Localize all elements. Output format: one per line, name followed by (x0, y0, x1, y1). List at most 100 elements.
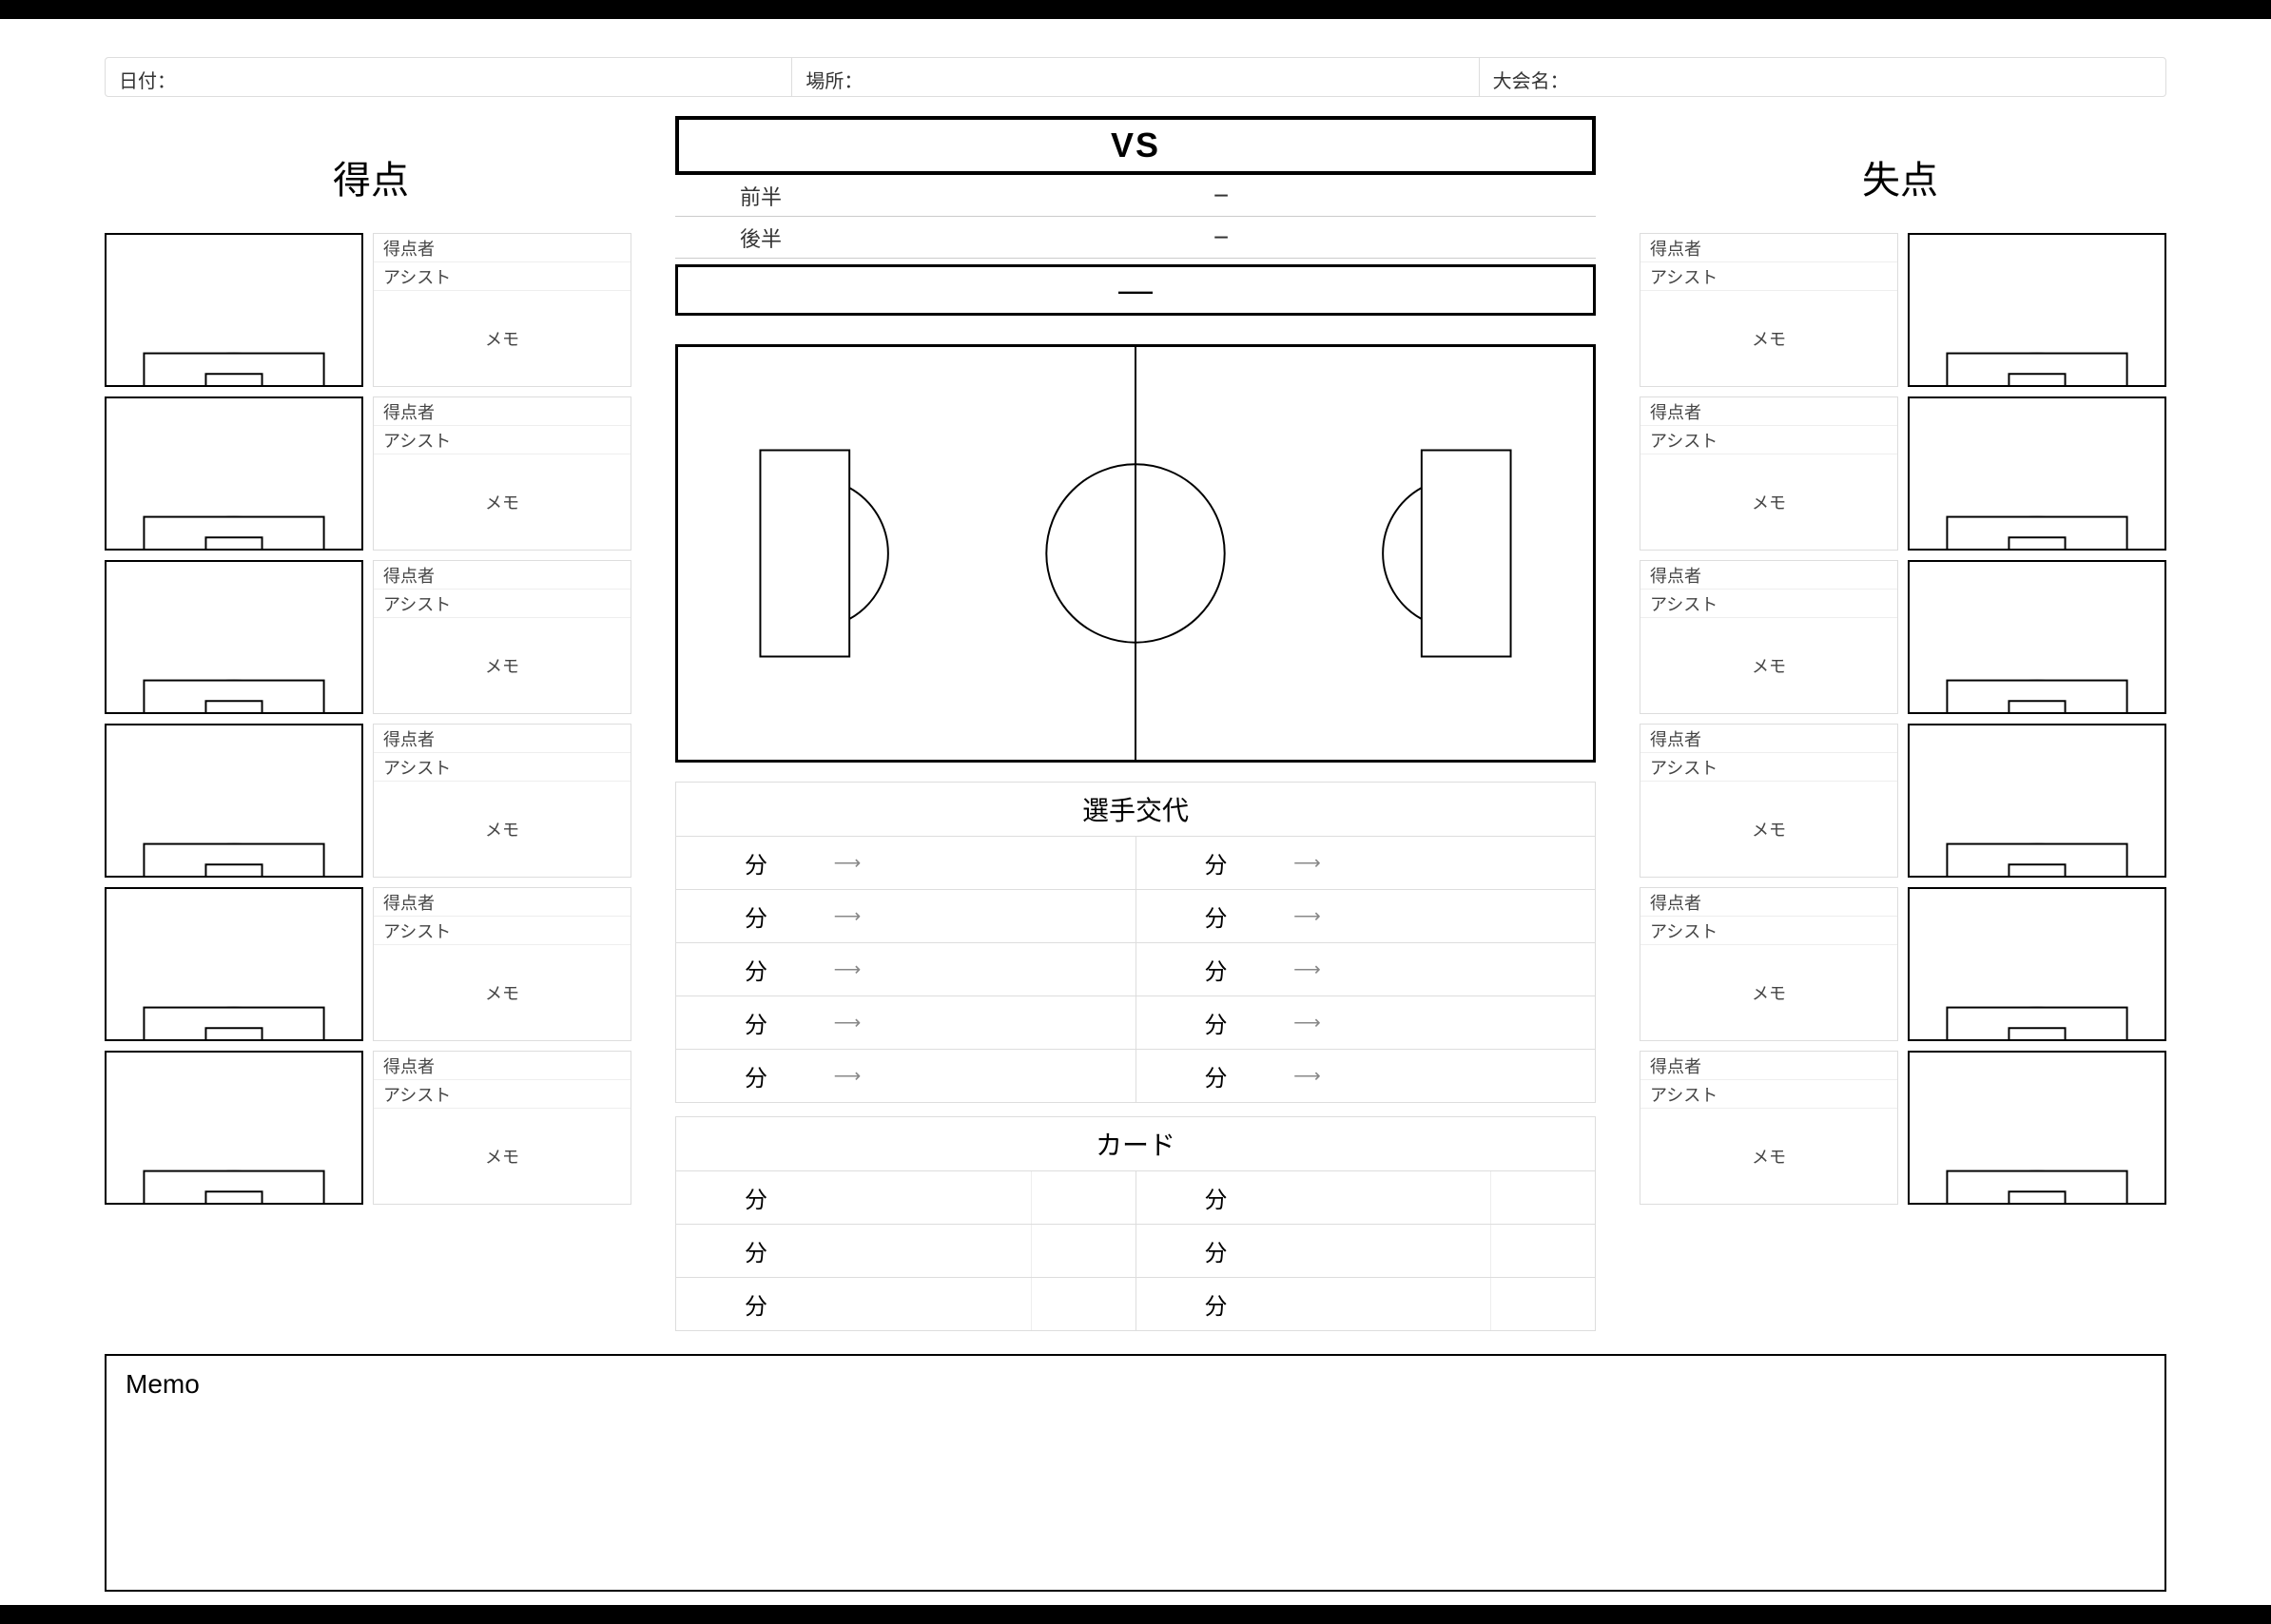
sub-minute-label: 分 (1136, 953, 1241, 986)
arrow-icon: ⟶ (1241, 904, 1374, 928)
assist-field[interactable]: アシスト (374, 917, 631, 945)
substitution-row[interactable]: 分 ⟶ (1136, 836, 1596, 889)
match-record-sheet: 日付： 場所： 大会名： 得点 得点者 アシスト メモ 得点者 アシスト メモ (0, 19, 2271, 1605)
goal-entry-row: 得点者 アシスト メモ (1634, 724, 2166, 878)
goal-memo-field[interactable]: メモ (1640, 291, 1897, 386)
card-row[interactable]: 分 (1136, 1277, 1596, 1330)
goal-diagram-box[interactable] (1908, 233, 2166, 387)
scorer-field[interactable]: 得点者 (1640, 234, 1897, 262)
goal-diagram-box[interactable] (1908, 724, 2166, 878)
assist-field[interactable]: アシスト (374, 753, 631, 782)
goal-memo-field[interactable]: メモ (374, 782, 631, 877)
substitution-row[interactable]: 分 ⟶ (676, 942, 1136, 996)
date-field[interactable]: 日付： (106, 58, 792, 96)
card-row[interactable]: 分 (676, 1170, 1136, 1224)
goal-diagram-box[interactable] (1908, 396, 2166, 551)
half-pitch-icon (1910, 590, 2164, 712)
goal-memo-field[interactable]: メモ (1640, 1109, 1897, 1204)
goal-entry-row: 得点者 アシスト メモ (1634, 1051, 2166, 1205)
goal-diagram-box[interactable] (105, 560, 363, 714)
goal-memo-field[interactable]: メモ (374, 945, 631, 1040)
competition-field[interactable]: 大会名： (1480, 58, 2165, 96)
card-row[interactable]: 分 (676, 1224, 1136, 1277)
goal-memo-field[interactable]: メモ (374, 291, 631, 386)
assist-field[interactable]: アシスト (374, 1080, 631, 1109)
arrow-icon: ⟶ (781, 1011, 914, 1034)
scorer-field[interactable]: 得点者 (374, 888, 631, 917)
card-color-cell[interactable] (1031, 1278, 1136, 1330)
goal-diagram-box[interactable] (105, 724, 363, 878)
assist-field[interactable]: アシスト (1640, 426, 1897, 454)
goal-diagram-box[interactable] (1908, 560, 2166, 714)
goal-info-box: 得点者 アシスト メモ (373, 233, 631, 387)
card-minute-label: 分 (1136, 1287, 1241, 1321)
goal-diagram-box[interactable] (105, 1051, 363, 1205)
top-info-bar: 日付： 場所： 大会名： (105, 57, 2166, 97)
goal-diagram-box[interactable] (105, 396, 363, 551)
scorer-field[interactable]: 得点者 (374, 725, 631, 753)
assist-field[interactable]: アシスト (1640, 1080, 1897, 1109)
card-row[interactable]: 分 (1136, 1224, 1596, 1277)
goal-info-box: 得点者 アシスト メモ (1640, 396, 1898, 551)
arrow-icon: ⟶ (1241, 1064, 1374, 1088)
scorer-field[interactable]: 得点者 (1640, 888, 1897, 917)
assist-field[interactable]: アシスト (374, 426, 631, 454)
sub-minute-label: 分 (676, 899, 781, 933)
goal-memo-field[interactable]: メモ (1640, 945, 1897, 1040)
second-half-label: 後半 (675, 222, 846, 253)
scorer-field[interactable]: 得点者 (374, 561, 631, 590)
substitution-row[interactable]: 分 ⟶ (676, 1049, 1136, 1102)
substitution-row[interactable]: 分 ⟶ (1136, 942, 1596, 996)
scorer-field[interactable]: 得点者 (1640, 725, 1897, 753)
goal-memo-field[interactable]: メモ (374, 618, 631, 713)
arrow-icon: ⟶ (1241, 957, 1374, 981)
substitution-row[interactable]: 分 ⟶ (676, 996, 1136, 1049)
goal-memo-field[interactable]: メモ (1640, 782, 1897, 877)
scorer-field[interactable]: 得点者 (1640, 561, 1897, 590)
substitution-row[interactable]: 分 ⟶ (676, 889, 1136, 942)
center-column: VS 前半 − 後半 − — (675, 116, 1596, 1331)
substitution-row[interactable]: 分 ⟶ (1136, 889, 1596, 942)
scorer-field[interactable]: 得点者 (374, 1052, 631, 1080)
goal-diagram-box[interactable] (105, 887, 363, 1041)
place-field[interactable]: 場所： (792, 58, 1479, 96)
card-color-cell[interactable] (1490, 1171, 1595, 1224)
assist-field[interactable]: アシスト (374, 262, 631, 291)
half-pitch-icon (107, 590, 361, 712)
half-pitch-icon (107, 427, 361, 549)
memo-box[interactable]: Memo (105, 1354, 2166, 1592)
goal-memo-field[interactable]: メモ (1640, 618, 1897, 713)
scorer-field[interactable]: 得点者 (1640, 1052, 1897, 1080)
card-row[interactable]: 分 (1136, 1170, 1596, 1224)
goal-diagram-box[interactable] (105, 233, 363, 387)
scorer-field[interactable]: 得点者 (374, 234, 631, 262)
assist-field[interactable]: アシスト (1640, 753, 1897, 782)
goal-memo-field[interactable]: メモ (374, 454, 631, 550)
substitution-row[interactable]: 分 ⟶ (676, 836, 1136, 889)
pitch-diagram[interactable] (675, 344, 1596, 763)
card-row[interactable]: 分 (676, 1277, 1136, 1330)
total-score-row[interactable]: — (675, 264, 1596, 316)
scorer-field[interactable]: 得点者 (1640, 397, 1897, 426)
first-half-label: 前半 (675, 181, 846, 211)
scorer-field[interactable]: 得点者 (374, 397, 631, 426)
goal-diagram-box[interactable] (1908, 887, 2166, 1041)
card-color-cell[interactable] (1490, 1278, 1595, 1330)
goal-diagram-box[interactable] (1908, 1051, 2166, 1205)
first-half-score[interactable]: − (846, 181, 1596, 211)
card-color-cell[interactable] (1490, 1225, 1595, 1277)
goal-memo-field[interactable]: メモ (374, 1109, 631, 1204)
goal-memo-field[interactable]: メモ (1640, 454, 1897, 550)
second-half-score[interactable]: − (846, 222, 1596, 253)
assist-field[interactable]: アシスト (1640, 917, 1897, 945)
card-color-cell[interactable] (1031, 1225, 1136, 1277)
card-color-cell[interactable] (1031, 1171, 1136, 1224)
assist-field[interactable]: アシスト (374, 590, 631, 618)
half-pitch-icon (107, 754, 361, 876)
cards-title: カード (676, 1117, 1595, 1170)
subs-title: 選手交代 (676, 783, 1595, 836)
substitution-row[interactable]: 分 ⟶ (1136, 1049, 1596, 1102)
substitution-row[interactable]: 分 ⟶ (1136, 996, 1596, 1049)
assist-field[interactable]: アシスト (1640, 590, 1897, 618)
assist-field[interactable]: アシスト (1640, 262, 1897, 291)
